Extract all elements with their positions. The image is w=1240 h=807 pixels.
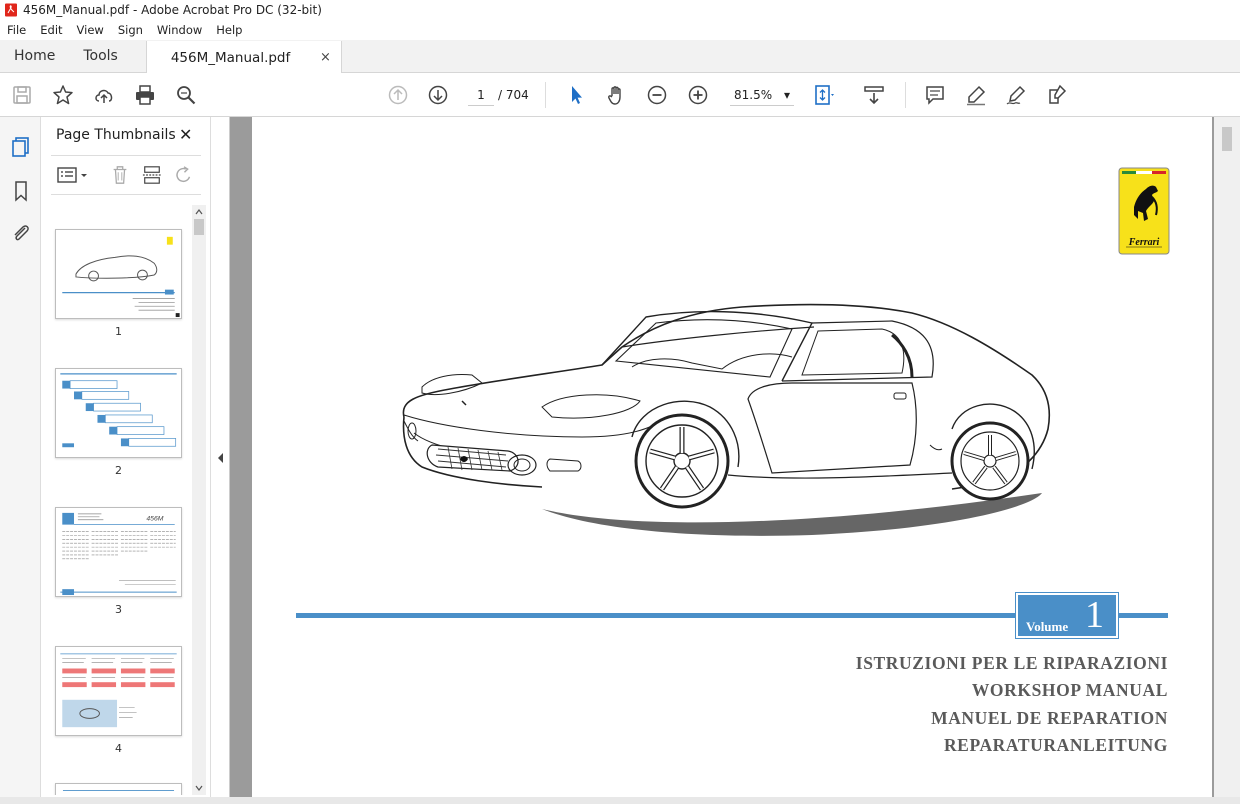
thumbnail-preview: [60, 653, 177, 728]
panel-title: Page Thumbnails: [56, 127, 176, 143]
tab-home[interactable]: Home: [0, 40, 69, 72]
volume-number: 1: [1085, 594, 1104, 636]
thumbnail-page-4[interactable]: [55, 646, 182, 736]
thumbnail-page-2[interactable]: [55, 368, 182, 458]
thumbnail-page-5[interactable]: [55, 783, 182, 795]
window-titlebar: 456M_Manual.pdf - Adobe Acrobat Pro DC (…: [0, 0, 1240, 20]
tab-close-button[interactable]: ×: [320, 50, 331, 65]
toolbar-divider: [905, 82, 906, 108]
select-arrow-icon[interactable]: [564, 83, 588, 107]
thumbnail-label: 3: [115, 603, 122, 616]
page-down-icon[interactable]: [426, 83, 450, 107]
fill-sign-icon[interactable]: [1045, 83, 1069, 107]
heading-italian: ISTRUZIONI PER LE RIPARAZIONI: [855, 653, 1168, 673]
tab-document-label: 456M_Manual.pdf: [170, 49, 291, 66]
thumbnail-page-1[interactable]: [55, 229, 182, 319]
panel-collapse-handle[interactable]: [211, 117, 230, 804]
highlight-icon[interactable]: [964, 83, 988, 107]
thumbnail-preview: [60, 373, 177, 448]
thumbnail-label: 2: [115, 464, 122, 477]
left-rail: [0, 117, 41, 804]
menu-view[interactable]: View: [70, 23, 111, 37]
main-toolbar: 1 / 704 81.5% ▾: [0, 73, 1240, 117]
save-icon[interactable]: [10, 83, 34, 107]
menu-bar: File Edit View Sign Window Help: [0, 20, 1240, 40]
upload-cloud-icon[interactable]: [92, 83, 116, 107]
heading-french: MANUEL DE REPARATION: [931, 708, 1168, 728]
insert-page-icon[interactable]: [141, 164, 163, 186]
document-viewer[interactable]: Ferrari Volume 1 ISTRUZIONI PER LE RIPAR…: [230, 117, 1240, 804]
scroll-thumb: [194, 219, 204, 235]
bookmarks-icon[interactable]: [9, 179, 33, 203]
thumbnail-label: 4: [115, 742, 122, 755]
thumbnail-preview: [62, 236, 180, 318]
thumbnail-scrollbar[interactable]: [192, 205, 206, 795]
thumbnail-preview: 456M: [60, 512, 177, 596]
thumbnail-text: 456M: [146, 516, 163, 523]
page-number-input[interactable]: 1: [468, 84, 494, 106]
ferrari-logo: Ferrari: [1118, 167, 1170, 255]
attachments-icon[interactable]: [9, 221, 33, 245]
panel-toolbar: [51, 155, 201, 195]
fit-page-icon[interactable]: [812, 83, 836, 107]
sign-icon[interactable]: [1004, 83, 1028, 107]
thumbnail-preview: [62, 790, 175, 791]
bookmark-star-icon[interactable]: [51, 83, 75, 107]
zoom-in-icon[interactable]: [686, 83, 710, 107]
zoom-value: 81.5%: [734, 88, 773, 102]
menu-sign[interactable]: Sign: [111, 23, 150, 37]
zoom-select[interactable]: 81.5% ▾: [730, 84, 794, 106]
volume-label: Volume: [1026, 619, 1069, 634]
panel-close-button[interactable]: ✕: [179, 125, 192, 144]
thumbnail-list: 1 2 456M 3 4: [41, 205, 207, 795]
scroll-mode-icon[interactable]: [862, 83, 886, 107]
tab-tools[interactable]: Tools: [69, 40, 132, 72]
hand-icon[interactable]: [604, 83, 628, 107]
car-illustration: [402, 303, 1051, 536]
delete-page-icon[interactable]: [109, 164, 131, 186]
scroll-up-arrow-icon: [195, 209, 203, 215]
tab-document[interactable]: 456M_Manual.pdf ×: [145, 41, 342, 74]
rotate-page-icon[interactable]: [173, 164, 195, 186]
viewer-scroll-thumb: [1222, 127, 1232, 151]
thumbnails-panel: Page Thumbnails ✕ 1 2 456M 3 4: [41, 117, 211, 804]
horizontal-scrollbar[interactable]: [0, 797, 1240, 804]
print-icon[interactable]: [133, 83, 157, 107]
pdf-page: Ferrari Volume 1 ISTRUZIONI PER LE RIPAR…: [252, 117, 1212, 797]
page-up-icon[interactable]: [386, 83, 410, 107]
window-title: 456M_Manual.pdf - Adobe Acrobat Pro DC (…: [23, 3, 322, 17]
scroll-down-arrow-icon: [195, 785, 203, 791]
volume-badge: Volume 1: [1015, 592, 1119, 639]
chevron-down-icon: ▾: [783, 88, 790, 102]
menu-edit[interactable]: Edit: [33, 23, 69, 37]
viewer-scrollbar[interactable]: [1214, 117, 1240, 804]
tab-bar: Home Tools 456M_Manual.pdf ×: [0, 40, 1240, 74]
ferrari-logo-text: Ferrari: [1128, 237, 1160, 248]
toolbar-divider: [545, 82, 546, 108]
heading-german: REPARATURANLEITUNG: [943, 735, 1168, 755]
accent-bar-end: [1118, 613, 1168, 618]
thumbnail-label: 1: [115, 325, 122, 338]
collapse-arrow-icon: [218, 453, 223, 463]
comment-icon[interactable]: [923, 83, 947, 107]
thumbnail-page-3[interactable]: 456M: [55, 507, 182, 597]
acrobat-icon: [4, 3, 18, 17]
menu-window[interactable]: Window: [150, 23, 209, 37]
thumbnail-options-icon[interactable]: [55, 164, 91, 186]
zoom-out-icon[interactable]: [645, 83, 669, 107]
heading-english: WORKSHOP MANUAL: [971, 680, 1168, 700]
page-total: / 704: [498, 88, 529, 102]
search-icon[interactable]: [174, 83, 198, 107]
page-thumbnails-icon[interactable]: [9, 135, 33, 159]
menu-help[interactable]: Help: [209, 23, 249, 37]
menu-file[interactable]: File: [0, 23, 33, 37]
